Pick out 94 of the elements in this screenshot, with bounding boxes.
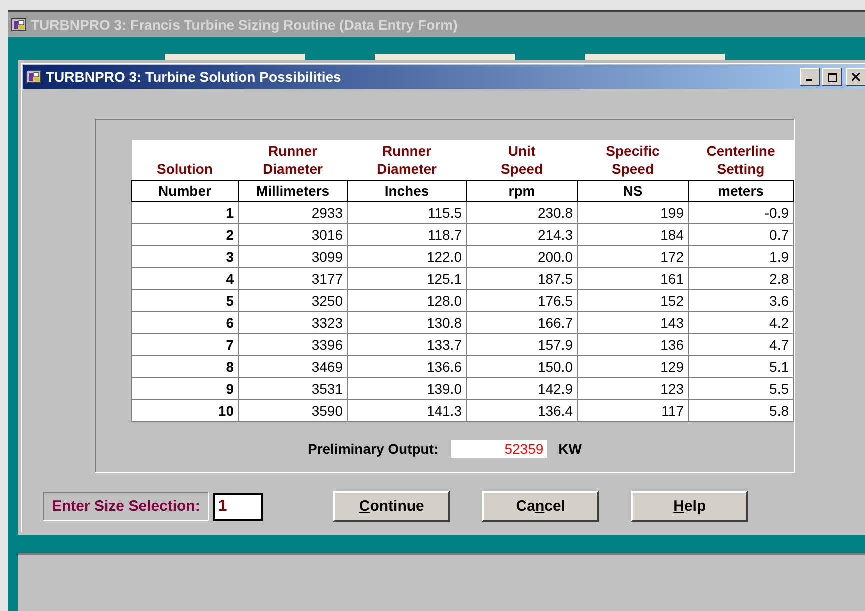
column-heading: Diameter (262, 160, 324, 178)
table-cell: 3590 (238, 400, 348, 422)
table-cell: 136.4 (466, 400, 578, 422)
column-heading: Unit (507, 142, 537, 160)
table-cell: 200.0 (466, 246, 578, 268)
table-cell: 172 (578, 246, 688, 268)
table-cell: 139.0 (348, 378, 466, 400)
table-cell: 5.1 (688, 356, 794, 378)
unit-cell: rpm (466, 180, 578, 202)
output-value: 52359 (450, 440, 547, 458)
table-cell: 3.6 (688, 290, 794, 312)
table-cell: 136.6 (348, 356, 466, 378)
table-cell: 8 (132, 356, 238, 378)
table-cell: 3177 (238, 268, 348, 290)
table-cell: 187.5 (466, 268, 578, 290)
table-cell: 130.8 (348, 312, 466, 334)
table-cell: 117 (578, 400, 688, 422)
table-cell: 1.9 (688, 246, 794, 268)
dialog-button[interactable]: Cancel (482, 491, 600, 522)
column-heading: Runner (268, 142, 318, 160)
table-cell: 7 (132, 334, 238, 356)
app-icon (11, 18, 27, 32)
table-cell: 122.0 (348, 246, 466, 268)
table-cell: 115.5 (348, 202, 466, 224)
column-heading: Specific (605, 142, 661, 160)
output-unit: KW (558, 441, 582, 457)
table-cell: 2933 (238, 202, 348, 224)
table-cell: 157.9 (466, 334, 578, 356)
table-cell: 9 (132, 378, 238, 400)
table-cell: 118.7 (348, 224, 466, 246)
table-cell: 2 (132, 224, 238, 246)
table-cell: 10 (132, 400, 238, 422)
table-cell: 152 (578, 290, 688, 312)
unit-cell: Inches (348, 180, 466, 202)
table-cell: 4.7 (688, 334, 794, 356)
table-cell: 214.3 (466, 224, 578, 246)
table-cell: 3 (132, 246, 238, 268)
table-cell: 5.8 (688, 400, 794, 422)
table-cell: 4 (132, 268, 238, 290)
table-cell: 199 (578, 202, 688, 224)
selection-label: Enter Size Selection: (43, 492, 210, 521)
close-button[interactable] (846, 68, 865, 86)
table-cell: 3323 (238, 312, 348, 334)
table-cell: 123 (578, 378, 688, 400)
unit-cell: NS (578, 180, 688, 202)
column-heading: Diameter (376, 160, 438, 178)
table-cell: -0.9 (688, 202, 794, 224)
table-cell: 128.0 (348, 290, 466, 312)
table-cell: 0.7 (688, 224, 794, 246)
table-cell: 230.8 (466, 202, 578, 224)
table-cell: 133.7 (348, 334, 466, 356)
dialog-button[interactable]: Help (631, 491, 748, 522)
app-icon (26, 70, 42, 84)
table-cell: 6 (132, 312, 238, 334)
table-cell: 184 (578, 224, 688, 246)
table-cell: 150.0 (466, 356, 578, 378)
table-cell: 5 (132, 290, 238, 312)
dialog-button[interactable]: Continue (333, 491, 450, 522)
maximize-button[interactable] (822, 68, 842, 86)
table-cell: 142.9 (466, 378, 578, 400)
table-cell: 143 (578, 312, 688, 334)
table-cell: 176.5 (466, 290, 578, 312)
column-heading: Speed (500, 160, 544, 178)
table-cell: 3396 (238, 334, 348, 356)
output-label: Preliminary Output: (308, 441, 439, 457)
table-cell: 2.8 (688, 268, 794, 290)
table-cell: 1 (132, 202, 238, 224)
window-title: TURBNPRO 3: Francis Turbine Sizing Routine (Data Entry Form) (31, 16, 458, 32)
maximize-icon (828, 72, 836, 82)
table-cell: 125.1 (348, 268, 466, 290)
unit-cell: meters (688, 180, 794, 202)
column-heading: Solution (156, 160, 214, 178)
minimize-button[interactable] (800, 68, 820, 86)
unit-cell: Millimeters (238, 180, 348, 202)
column-heading: Speed (610, 160, 655, 178)
table-cell: 166.7 (466, 312, 578, 334)
table-cell: 5.5 (688, 378, 794, 400)
table-cell: 3469 (238, 356, 348, 378)
table-cell: 136 (578, 334, 688, 356)
column-heading: Centerline (706, 142, 776, 160)
unit-cell: Number (132, 180, 238, 202)
table-cell: 3099 (238, 246, 348, 268)
close-icon (852, 73, 860, 81)
table-cell: 3016 (238, 224, 348, 246)
selection-field[interactable]: 1 (213, 492, 264, 520)
column-heading: Runner (382, 142, 432, 160)
column-heading: Setting (716, 160, 766, 178)
table-cell: 4.2 (688, 312, 794, 334)
dialog-title: TURBNPRO 3: Turbine Solution Possibilities (46, 69, 342, 85)
table-cell: 129 (578, 356, 688, 378)
table-cell: 141.3 (348, 400, 466, 422)
table-cell: 161 (578, 268, 688, 290)
table-cell: 3250 (238, 290, 348, 312)
table-cell: 3531 (238, 378, 348, 400)
